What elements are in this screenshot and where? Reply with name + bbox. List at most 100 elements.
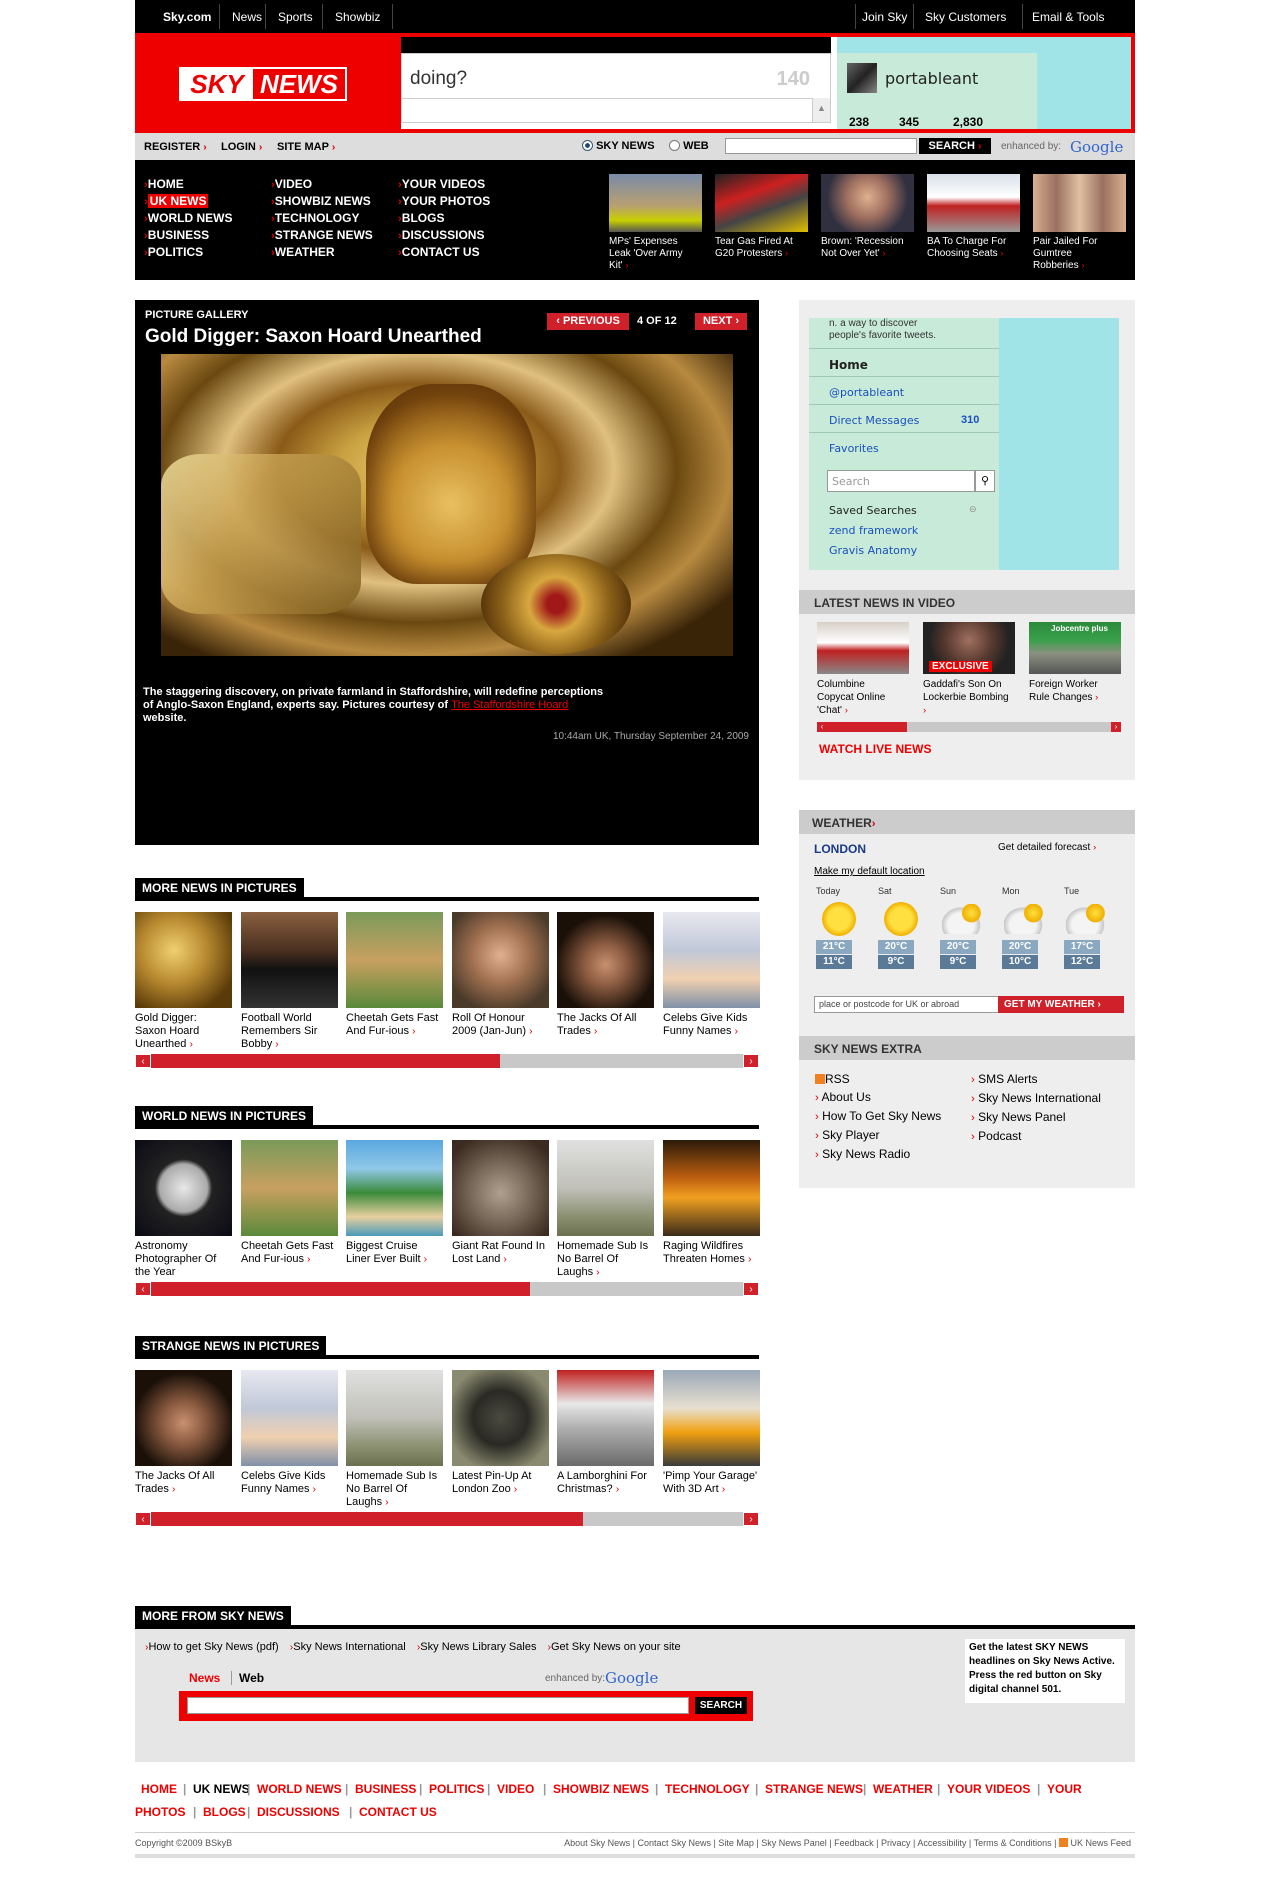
tweet-input[interactable]: doing? 140 ▲ — [401, 53, 831, 123]
video-thumb-1[interactable] — [817, 622, 909, 674]
nav-business[interactable]: ›BUSINESS — [144, 227, 232, 244]
more-item-5[interactable]: The Jacks Of All Trades › — [557, 912, 655, 1038]
sidebar-direct-messages[interactable]: Direct Messages — [829, 414, 919, 427]
world-item-6[interactable]: Raging Wildfires Threaten Homes › — [663, 1140, 761, 1266]
story-caption-2[interactable]: Tear Gas Fired At G20 Protesters › — [715, 236, 811, 260]
story-caption-1[interactable]: MPs' Expenses Leak 'Over Army Kit' › — [609, 236, 705, 272]
video-caption-2[interactable]: Gaddafi's Son On Lockerbie Bombing › — [923, 678, 1023, 717]
avatar[interactable] — [847, 63, 877, 93]
fl-about[interactable]: About Sky News — [564, 1838, 630, 1848]
extra-international[interactable]: › Sky News International — [971, 1089, 1101, 1108]
nav-contact-us[interactable]: ›CONTACT US — [398, 244, 490, 261]
video-scroll-thumb[interactable] — [827, 722, 907, 732]
login-link[interactable]: LOGIN › — [221, 141, 262, 153]
fl-sitemap[interactable]: Site Map — [718, 1838, 754, 1848]
watch-live-news-link[interactable]: WATCH LIVE NEWS — [819, 742, 931, 756]
world-item-2[interactable]: Cheetah Gets Fast And Fur-ious › — [241, 1140, 339, 1266]
topbar-news[interactable]: News — [232, 10, 262, 24]
fl-accessibility[interactable]: Accessibility — [917, 1838, 966, 1848]
footer-world-news[interactable]: WORLD NEWS — [257, 1782, 342, 1796]
scroll-right-button[interactable]: › — [743, 1054, 759, 1068]
extra-sms[interactable]: › SMS Alerts — [971, 1070, 1101, 1089]
radio-sky-news[interactable]: SKY NEWS — [582, 140, 655, 152]
more-item-1[interactable]: Gold Digger: Saxon Hoard Unearthed › — [135, 912, 233, 1051]
gallery-image[interactable] — [161, 354, 733, 656]
register-link[interactable]: REGISTER › — [144, 141, 207, 153]
gallery-next-button[interactable]: NEXT › — [695, 313, 747, 330]
extra-how-to-get[interactable]: › How To Get Sky News — [815, 1107, 941, 1126]
nav-home[interactable]: ›HOME — [144, 176, 232, 193]
scroll-thumb[interactable] — [151, 1512, 583, 1526]
strange-item-3[interactable]: Homemade Sub Is No Barrel Of Laughs › — [346, 1370, 444, 1509]
nav-uk-news[interactable]: › UK NEWS — [144, 193, 232, 210]
footer-uk-news[interactable]: UK NEWS — [193, 1782, 250, 1796]
footer-business[interactable]: BUSINESS — [355, 1782, 416, 1796]
nav-strange-news[interactable]: ›STRANGE NEWS — [271, 227, 373, 244]
footer-technology[interactable]: TECHNOLOGY — [665, 1782, 750, 1796]
radio-web[interactable]: WEB — [669, 140, 709, 152]
strange-item-4[interactable]: Latest Pin-Up At London Zoo › — [452, 1370, 550, 1496]
footer-photos[interactable]: PHOTOS — [135, 1805, 185, 1819]
story-image-planes[interactable] — [927, 174, 1020, 232]
video-scroll-right[interactable]: › — [1111, 722, 1121, 732]
sidebar-search-input[interactable]: Search — [827, 470, 975, 492]
fl-uk-news-feed[interactable]: UK News Feed — [1070, 1838, 1131, 1848]
footer-search-input[interactable] — [187, 1697, 689, 1714]
following-count[interactable]: 238 — [849, 115, 869, 129]
link-get-on-site[interactable]: ›Get Sky News on your site — [548, 1641, 681, 1653]
video-thumb-2[interactable]: EXCLUSIVE — [923, 622, 1015, 674]
nav-your-videos[interactable]: ›YOUR VIDEOS — [398, 176, 490, 193]
extra-rss[interactable]: RSS — [815, 1070, 941, 1088]
footer-contact[interactable]: CONTACT US — [359, 1805, 437, 1819]
make-default-link[interactable]: Make my default location — [814, 866, 925, 877]
updates-count[interactable]: 2,830 — [953, 115, 983, 129]
twitter-username[interactable]: portableant — [885, 69, 978, 88]
world-item-4[interactable]: Giant Rat Found In Lost Land › — [452, 1140, 550, 1266]
nav-world-news[interactable]: ›WORLD NEWS — [144, 210, 232, 227]
sitemap-link[interactable]: SITE MAP › — [277, 141, 335, 153]
tab-web[interactable]: Web — [239, 1671, 264, 1685]
footer-discussions[interactable]: DISCUSSIONS — [257, 1805, 340, 1819]
topbar-sky-com[interactable]: Sky.com — [163, 10, 211, 24]
video-thumb-3[interactable]: Jobcentre plus — [1029, 622, 1121, 674]
video-scrollbar[interactable]: ‹ › — [817, 722, 1121, 732]
topbar-showbiz[interactable]: Showbiz — [335, 10, 380, 24]
link-how-to-get[interactable]: ›How to get Sky News (pdf) — [145, 1641, 279, 1653]
scroll-right-button[interactable]: › — [743, 1282, 759, 1296]
fl-privacy[interactable]: Privacy — [881, 1838, 911, 1848]
topbar-sky-customers[interactable]: Sky Customers — [925, 10, 1006, 24]
saved-search-zend[interactable]: zend framework — [829, 524, 918, 537]
nav-politics[interactable]: ›POLITICS — [144, 244, 232, 261]
tab-news[interactable]: News — [189, 1671, 220, 1685]
scroll-right-button[interactable]: › — [743, 1512, 759, 1526]
video-caption-1[interactable]: Columbine Copycat Online 'Chat' › — [817, 678, 917, 717]
nav-your-photos[interactable]: ›YOUR PHOTOS — [398, 193, 490, 210]
footer-showbiz[interactable]: SHOWBIZ NEWS — [553, 1782, 649, 1796]
nav-video[interactable]: ›VIDEO — [271, 176, 373, 193]
scroll-thumb[interactable] — [151, 1282, 530, 1296]
story-caption-5[interactable]: Pair Jailed For Gumtree Robberies › — [1033, 236, 1129, 272]
fl-terms[interactable]: Terms & Conditions — [974, 1838, 1052, 1848]
detailed-forecast-link[interactable]: Get detailed forecast › — [998, 842, 1096, 853]
scroll-thumb[interactable] — [151, 1054, 500, 1068]
extra-podcast[interactable]: › Podcast — [971, 1127, 1101, 1146]
footer-weather[interactable]: WEATHER — [873, 1782, 933, 1796]
strange-news-scrollbar[interactable]: ‹ › — [135, 1512, 759, 1526]
extra-radio[interactable]: › Sky News Radio — [815, 1145, 941, 1164]
footer-home[interactable]: HOME — [141, 1782, 177, 1796]
more-item-4[interactable]: Roll Of Honour 2009 (Jan-Jun) › — [452, 912, 550, 1038]
story-image-jailed[interactable] — [1033, 174, 1126, 232]
more-item-2[interactable]: Football World Remembers Sir Bobby › — [241, 912, 339, 1051]
site-search-input[interactable] — [725, 138, 917, 154]
story-image-brown[interactable] — [821, 174, 914, 232]
nav-weather[interactable]: ›WEATHER — [271, 244, 373, 261]
nav-discussions[interactable]: ›DISCUSSIONS — [398, 227, 490, 244]
fl-panel[interactable]: Sky News Panel — [761, 1838, 827, 1848]
story-caption-4[interactable]: BA To Charge For Choosing Seats › — [927, 236, 1023, 260]
extra-about[interactable]: › About Us — [815, 1088, 941, 1107]
strange-item-5[interactable]: A Lamborghini For Christmas? › — [557, 1370, 655, 1496]
strange-item-2[interactable]: Celebs Give Kids Funny Names › — [241, 1370, 339, 1496]
story-image-parliament[interactable] — [609, 174, 702, 232]
scroll-left-button[interactable]: ‹ — [135, 1512, 151, 1526]
footer-video[interactable]: VIDEO — [497, 1782, 534, 1796]
